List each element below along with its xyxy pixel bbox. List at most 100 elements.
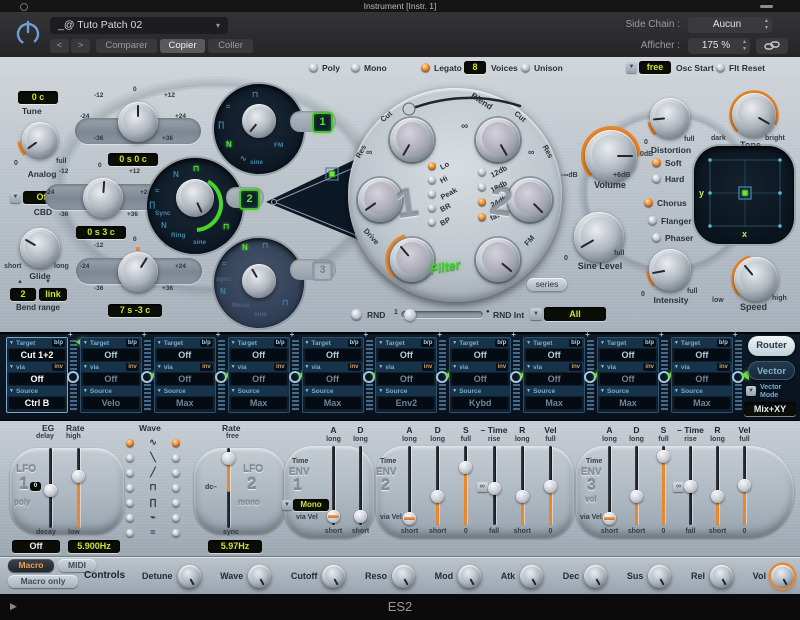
env-slider[interactable]: ∞ bbox=[711, 446, 724, 525]
source-header[interactable]: Source bbox=[607, 388, 629, 395]
series-button[interactable]: series bbox=[527, 278, 567, 291]
env1-mode-dropdown-icon[interactable]: ▼ bbox=[282, 500, 292, 510]
router-slot[interactable]: ▼ Target b/p Cut 1+2 ▼ via inv Off ▼ Source C… bbox=[6, 330, 84, 416]
filter-slope-radio[interactable] bbox=[478, 197, 486, 206]
lfo2-wave-radio[interactable] bbox=[172, 498, 180, 507]
filter-mode-radio[interactable] bbox=[428, 189, 436, 198]
dropdown-icon[interactable]: ▼ bbox=[83, 340, 88, 346]
osc3-pitch-knob[interactable] bbox=[118, 252, 158, 292]
router-slot[interactable]: ▼ Target b/p Off ▼ via inv Off ▼ Source Env2 … bbox=[375, 330, 454, 416]
dropdown-icon[interactable]: ▼ bbox=[305, 364, 310, 370]
lfo1-wave-radio[interactable] bbox=[126, 498, 134, 507]
via-header[interactable]: via bbox=[90, 364, 99, 371]
env-slider[interactable]: ∞ bbox=[543, 446, 557, 525]
osc3-wave-selector[interactable]: N ⊓ ≈ N ⊓ sync Noise sine bbox=[214, 238, 304, 328]
filter1-drive-knob[interactable] bbox=[390, 238, 434, 282]
lfo1-wave-radio[interactable] bbox=[126, 528, 134, 537]
via-header[interactable]: via bbox=[385, 364, 394, 371]
vector-tab[interactable]: Vector bbox=[748, 361, 795, 380]
dropdown-icon[interactable]: ▼ bbox=[674, 364, 679, 370]
invert-toggle[interactable]: inv bbox=[569, 363, 583, 371]
macro-knob[interactable] bbox=[648, 564, 672, 588]
lfo2-rate-slider[interactable] bbox=[222, 448, 235, 528]
compare-button[interactable]: Comparer bbox=[96, 39, 157, 53]
env-slider[interactable]: ∞ bbox=[459, 446, 473, 525]
dropdown-icon[interactable]: ▼ bbox=[9, 340, 14, 346]
osc2-pitch-knob[interactable] bbox=[83, 178, 123, 218]
bypass-toggle[interactable]: b/p bbox=[199, 339, 213, 347]
dropdown-icon[interactable]: ▼ bbox=[231, 364, 236, 370]
target-header[interactable]: Target bbox=[164, 340, 183, 347]
invert-toggle[interactable]: inv bbox=[200, 363, 213, 371]
filter2-fm-knob[interactable] bbox=[476, 238, 520, 282]
mono-radio[interactable] bbox=[351, 63, 360, 72]
vector-mode-value[interactable]: Mix+XY bbox=[744, 402, 796, 416]
via-header[interactable]: via bbox=[16, 364, 25, 371]
flt-reset-radio[interactable] bbox=[716, 63, 725, 72]
osc2-wave-knob[interactable] bbox=[176, 179, 214, 217]
power-icon[interactable] bbox=[13, 18, 43, 48]
dropdown-icon[interactable]: ▼ bbox=[157, 364, 162, 370]
router-slot[interactable]: ▼ Target b/p Off ▼ via inv Off ▼ Source Max + bbox=[523, 330, 602, 416]
filter-mode-radio[interactable] bbox=[428, 217, 436, 226]
legato-radio[interactable] bbox=[421, 63, 430, 72]
next-preset-button[interactable]: > bbox=[71, 39, 90, 53]
osc3-wave-knob[interactable] bbox=[242, 264, 276, 298]
lfo1-wave-radio[interactable] bbox=[126, 438, 134, 447]
voices-value[interactable]: 8 bbox=[464, 61, 486, 74]
target-value[interactable]: Off bbox=[378, 349, 435, 361]
source-value[interactable]: Velo bbox=[82, 397, 139, 409]
filter2-cutoff-knob[interactable] bbox=[476, 118, 520, 162]
env-slider-column[interactable]: R long ∞ short bbox=[509, 425, 536, 537]
bend-up-icon[interactable]: ▲ bbox=[17, 279, 23, 285]
env-slider-column[interactable]: S full ∞ 0 bbox=[650, 425, 677, 537]
env-slider-column[interactable]: D long ∞ short bbox=[623, 425, 650, 537]
router-slot[interactable]: ▼ Target b/p Off ▼ via inv Off ▼ Source Max + bbox=[153, 330, 232, 416]
side-chain-select[interactable]: Aucun ▲ ▼ bbox=[688, 17, 772, 33]
intensity-knob[interactable] bbox=[649, 249, 691, 291]
dropdown-icon[interactable]: ▼ bbox=[9, 388, 14, 394]
osc1-enable-badge[interactable]: 1 bbox=[312, 112, 333, 133]
via-header[interactable]: via bbox=[311, 364, 320, 371]
target-value[interactable]: Off bbox=[673, 349, 730, 361]
filter-slope-radio[interactable] bbox=[478, 167, 486, 176]
bypass-toggle[interactable]: b/p bbox=[495, 339, 509, 347]
dropdown-icon[interactable]: ▼ bbox=[378, 388, 383, 394]
analog-knob[interactable] bbox=[22, 122, 58, 158]
source-value[interactable]: Max bbox=[156, 397, 213, 409]
via-header[interactable]: via bbox=[459, 364, 468, 371]
env-slider[interactable]: ∞ bbox=[327, 446, 340, 525]
flanger-radio[interactable] bbox=[648, 216, 657, 225]
target-value[interactable]: Off bbox=[156, 349, 213, 361]
env-slider-column[interactable]: A long ∞ short bbox=[396, 425, 423, 537]
phaser-radio[interactable] bbox=[652, 233, 661, 242]
source-header[interactable]: Source bbox=[16, 388, 38, 395]
env-slider-column[interactable]: D long ∞ short bbox=[347, 425, 374, 537]
env-slider-column[interactable]: Vel full ∞ 0 bbox=[537, 425, 564, 537]
dropdown-icon[interactable]: ▼ bbox=[305, 388, 310, 394]
ladder-handle[interactable] bbox=[67, 371, 79, 383]
env-slider-column[interactable]: – Time rise ∞ fall bbox=[476, 425, 508, 537]
via-header[interactable]: via bbox=[164, 364, 173, 371]
via-value[interactable]: Off bbox=[673, 373, 730, 385]
rnd-button[interactable] bbox=[351, 309, 362, 320]
source-value[interactable]: Env2 bbox=[378, 397, 435, 409]
rnd-target-value[interactable]: All bbox=[544, 307, 606, 321]
lfo2-wave-radio[interactable] bbox=[172, 513, 180, 522]
copy-button[interactable]: Copier bbox=[160, 39, 205, 53]
source-value[interactable]: Max bbox=[230, 397, 287, 409]
osc2-enable-badge[interactable]: 2 bbox=[239, 189, 260, 210]
source-value[interactable]: Ctrl B bbox=[9, 397, 65, 409]
target-header[interactable]: Target bbox=[16, 340, 35, 347]
via-header[interactable]: via bbox=[681, 364, 690, 371]
osc1-wave-knob[interactable] bbox=[242, 104, 276, 138]
lfo1-rate-slider[interactable] bbox=[72, 448, 85, 528]
macro-knob[interactable] bbox=[520, 564, 544, 588]
invert-toggle[interactable]: inv bbox=[273, 363, 287, 371]
bypass-toggle[interactable]: b/p bbox=[52, 339, 65, 347]
target-value[interactable]: Off bbox=[304, 349, 361, 361]
router-slot[interactable]: ▼ Target b/p Off ▼ via inv Off ▼ Source Max + bbox=[227, 330, 306, 416]
target-value[interactable]: Off bbox=[452, 349, 509, 361]
source-header[interactable]: Source bbox=[238, 388, 260, 395]
target-value[interactable]: Off bbox=[230, 349, 287, 361]
